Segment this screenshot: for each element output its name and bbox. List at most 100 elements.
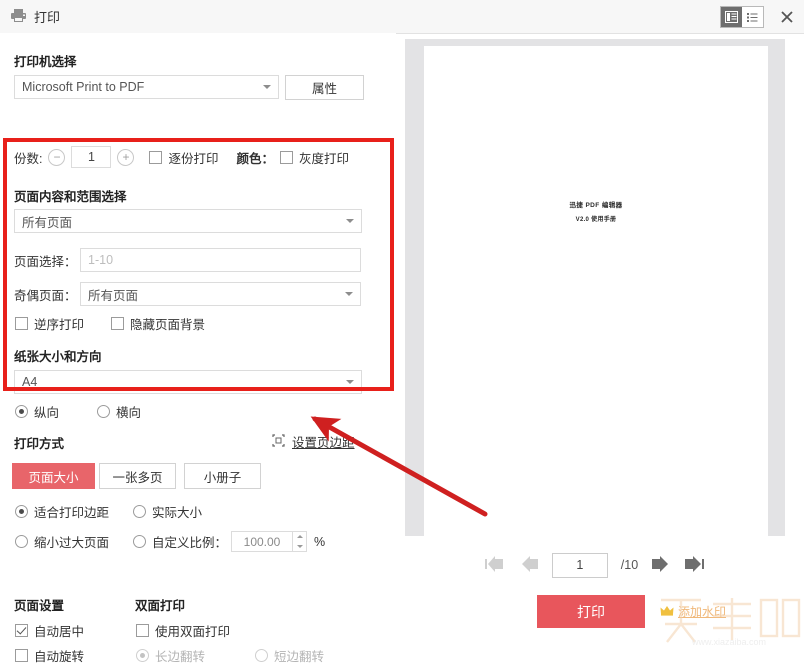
copies-increase-button[interactable]: +	[117, 149, 134, 166]
page-content-select[interactable]: 所有页面	[14, 209, 362, 233]
close-icon[interactable]	[778, 8, 796, 26]
mode-tab-multiple-pages[interactable]: 一张多页	[99, 463, 176, 489]
grayscale-label: 灰度打印	[299, 148, 349, 167]
page-select-input[interactable]: 1-10	[80, 248, 361, 272]
margin-settings-row[interactable]: 设置页边距	[272, 432, 355, 451]
auto-rotate-option[interactable]: 自动旋转	[15, 646, 84, 665]
auto-center-label: 自动居中	[34, 621, 84, 640]
hide-background-label: 隐藏页面背景	[130, 314, 205, 333]
list-detail-view-icon[interactable]	[721, 7, 742, 27]
printer-icon	[10, 8, 27, 26]
paper-size-select[interactable]: A4	[14, 370, 362, 394]
short-edge-flip-label: 短边翻转	[274, 646, 324, 665]
short-edge-flip-radio	[255, 649, 268, 662]
last-page-icon[interactable]	[684, 556, 706, 575]
orientation-portrait-radio[interactable]	[15, 405, 28, 418]
use-duplex-option[interactable]: 使用双面打印	[136, 621, 230, 640]
duplex-section-title: 双面打印	[135, 595, 185, 614]
actual-size-label: 实际大小	[152, 502, 202, 521]
custom-scale-radio[interactable]	[133, 535, 146, 548]
printer-select-value: Microsoft Print to PDF	[22, 80, 144, 94]
odd-even-select[interactable]: 所有页面	[80, 282, 361, 306]
crown-icon	[660, 605, 674, 619]
page-navigation: 1 /10	[405, 548, 785, 582]
title-bar-right	[720, 0, 796, 33]
paper-size-value: A4	[22, 375, 37, 389]
page-margin-icon	[272, 434, 285, 450]
grayscale-checkbox[interactable]	[280, 151, 293, 164]
copies-label: 份数:	[14, 148, 42, 167]
list-view-icon[interactable]	[742, 7, 763, 27]
print-preview-panel: 迅捷 PDF 编辑器 V2.0 使用手册	[405, 39, 785, 536]
orientation-row: 纵向 横向	[15, 402, 141, 421]
reverse-print-checkbox[interactable]	[15, 317, 28, 330]
chevron-down-icon	[345, 292, 353, 296]
chevron-down-icon	[346, 219, 354, 223]
orientation-portrait-label: 纵向	[34, 402, 59, 421]
fit-margin-label: 适合打印边距	[34, 502, 109, 521]
mode-tab-page-size[interactable]: 页面大小	[12, 463, 95, 489]
chevron-down-icon	[263, 85, 271, 89]
paper-section-title: 纸张大小和方向	[14, 346, 102, 365]
print-button[interactable]: 打印	[537, 595, 645, 628]
odd-even-label: 奇偶页面：	[14, 285, 80, 304]
shrink-oversized-option[interactable]: 缩小过大页面	[15, 532, 133, 551]
long-edge-flip-label: 长边翻转	[155, 646, 205, 665]
auto-rotate-checkbox[interactable]	[15, 649, 28, 662]
first-page-icon[interactable]	[484, 556, 506, 575]
orientation-portrait-option[interactable]: 纵向	[15, 402, 59, 421]
grayscale-option[interactable]: 灰度打印	[280, 148, 349, 167]
current-page-input[interactable]: 1	[552, 553, 608, 578]
page-setup-section-title: 页面设置	[14, 595, 64, 614]
percent-label: %	[314, 535, 325, 549]
settings-pane: 打印机选择 Microsoft Print to PDF 属性 份数: − 1 …	[0, 33, 396, 648]
copies-decrease-button[interactable]: −	[48, 149, 65, 166]
spin-down-icon[interactable]	[297, 545, 303, 548]
orientation-landscape-option[interactable]: 横向	[97, 402, 141, 421]
actual-size-radio[interactable]	[133, 505, 146, 518]
print-mode-section-title: 打印方式	[14, 433, 64, 452]
collate-option[interactable]: 逐份打印	[149, 148, 218, 167]
page-select-row: 页面选择： 1-10	[14, 248, 361, 272]
hide-background-option[interactable]: 隐藏页面背景	[111, 314, 205, 333]
actual-size-option[interactable]: 实际大小	[133, 502, 202, 521]
print-dialog: 打印	[0, 0, 804, 648]
auto-center-checkbox[interactable]	[15, 624, 28, 637]
printer-properties-button[interactable]: 属性	[285, 75, 364, 100]
use-duplex-checkbox[interactable]	[136, 624, 149, 637]
mode-tab-booklet[interactable]: 小册子	[184, 463, 261, 489]
hide-background-checkbox[interactable]	[111, 317, 124, 330]
orientation-landscape-radio[interactable]	[97, 405, 110, 418]
range-section-title: 页面内容和范围选择	[14, 186, 127, 205]
range-options-row: 逆序打印 隐藏页面背景	[15, 314, 205, 333]
shrink-oversized-radio[interactable]	[15, 535, 28, 548]
view-toggle[interactable]	[720, 6, 764, 28]
custom-scale-spin-buttons[interactable]	[293, 531, 307, 552]
add-watermark-link[interactable]: 添加水印	[660, 603, 726, 620]
chevron-down-icon	[346, 380, 354, 384]
title-bar-left: 打印	[10, 0, 60, 33]
page-select-label: 页面选择：	[14, 251, 80, 270]
margin-settings-link[interactable]: 设置页边距	[292, 432, 355, 451]
orientation-landscape-label: 横向	[116, 402, 141, 421]
spin-up-icon[interactable]	[297, 535, 303, 538]
custom-scale-stepper[interactable]: 100.00	[231, 531, 307, 552]
odd-even-row: 奇偶页面： 所有页面	[14, 282, 361, 306]
custom-scale-input[interactable]: 100.00	[231, 531, 293, 552]
fit-margin-radio[interactable]	[15, 505, 28, 518]
color-label: 颜色：	[237, 148, 275, 167]
watermark-url: www.xiazaiba.com	[691, 637, 766, 647]
add-watermark-label: 添加水印	[678, 603, 726, 620]
fit-margin-option[interactable]: 适合打印边距	[15, 502, 133, 521]
long-edge-flip-option: 长边翻转	[136, 646, 205, 665]
auto-center-option[interactable]: 自动居中	[15, 621, 84, 640]
printer-section-title: 打印机选择	[14, 51, 77, 70]
custom-scale-option[interactable]: 自定义比例：	[133, 532, 227, 551]
printer-select[interactable]: Microsoft Print to PDF	[14, 75, 279, 99]
next-page-icon[interactable]	[651, 556, 671, 575]
custom-scale-label: 自定义比例：	[152, 532, 227, 551]
previous-page-icon[interactable]	[519, 556, 539, 575]
collate-checkbox[interactable]	[149, 151, 162, 164]
reverse-print-option[interactable]: 逆序打印	[15, 314, 84, 333]
copies-input[interactable]: 1	[71, 146, 111, 168]
